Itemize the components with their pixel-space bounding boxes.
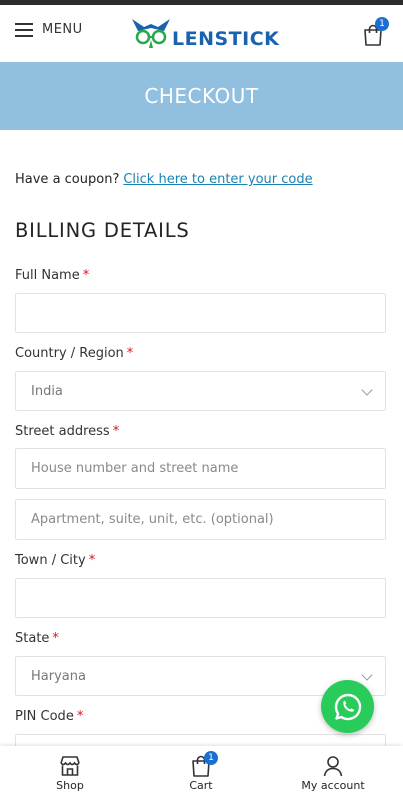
menu-button[interactable]: MENU <box>15 22 83 37</box>
required-marker: * <box>52 631 59 646</box>
street-address-line1-field[interactable] <box>15 448 386 489</box>
site-header: MENU LENSTICK 1 <box>0 5 403 62</box>
town-city-label-text: Town / City <box>15 553 86 568</box>
bottom-cart-count-badge: 1 <box>204 751 218 765</box>
required-marker: * <box>82 268 90 283</box>
street-address-line1-input[interactable] <box>31 461 385 476</box>
town-city-field[interactable] <box>15 578 386 618</box>
town-city-label: Town / City * <box>15 553 95 568</box>
bottom-nav-my-account[interactable]: My account <box>296 746 370 800</box>
street-address-line2-input[interactable] <box>31 512 385 527</box>
state-label-text: State <box>15 631 50 646</box>
billing-details-heading: BILLING DETAILS <box>15 219 190 242</box>
required-marker: * <box>76 709 84 724</box>
street-address-label: Street address * <box>15 424 119 439</box>
full-name-label-text: Full Name <box>15 268 80 283</box>
country-selected-value: India <box>31 383 63 399</box>
hamburger-icon <box>15 22 33 37</box>
bottom-navigation: Shop 1 Cart My account <box>0 746 403 800</box>
whatsapp-icon <box>334 693 361 720</box>
page-title: CHECKOUT <box>144 84 259 108</box>
whatsapp-chat-button[interactable] <box>321 680 374 733</box>
full-name-field[interactable] <box>15 293 386 333</box>
street-address-label-text: Street address <box>15 424 110 439</box>
state-selected-value: Haryana <box>31 668 86 684</box>
full-name-label: Full Name * <box>15 268 89 283</box>
country-label: Country / Region * <box>15 346 133 361</box>
country-label-text: Country / Region <box>15 346 124 361</box>
user-icon <box>322 755 344 777</box>
menu-label: MENU <box>42 22 83 37</box>
coupon-notice: Have a coupon? Click here to enter your c… <box>15 172 313 187</box>
store-icon <box>59 755 81 777</box>
logo-text: LENSTICK <box>172 28 280 50</box>
header-cart-button[interactable]: 1 <box>363 17 389 46</box>
bottom-nav-cart[interactable]: 1 Cart <box>176 746 226 800</box>
site-logo[interactable]: LENSTICK <box>130 15 279 55</box>
bottom-nav-shop[interactable]: Shop <box>45 746 95 800</box>
bottom-nav-cart-label: Cart <box>189 779 213 792</box>
coupon-link[interactable]: Click here to enter your code <box>123 172 312 187</box>
required-marker: * <box>126 346 134 361</box>
pin-code-label: PIN Code * <box>15 709 83 724</box>
pin-code-label-text: PIN Code <box>15 709 74 724</box>
shopping-bag-icon: 1 <box>191 751 218 777</box>
full-name-input[interactable] <box>31 305 385 321</box>
required-marker: * <box>88 553 96 568</box>
state-label: State * <box>15 631 59 646</box>
chevron-down-icon <box>361 669 373 681</box>
town-city-input[interactable] <box>31 590 385 606</box>
coupon-prompt: Have a coupon? <box>15 172 120 187</box>
page-title-banner: CHECKOUT <box>0 62 403 130</box>
country-select[interactable]: India <box>15 371 386 411</box>
logo-glasses-icon <box>132 19 170 48</box>
bottom-nav-my-account-label: My account <box>301 779 365 792</box>
bottom-nav-shop-label: Shop <box>56 779 84 792</box>
header-cart-count-badge: 1 <box>375 17 389 31</box>
chevron-down-icon <box>361 384 373 396</box>
street-address-line2-field[interactable] <box>15 499 386 540</box>
required-marker: * <box>112 424 120 439</box>
